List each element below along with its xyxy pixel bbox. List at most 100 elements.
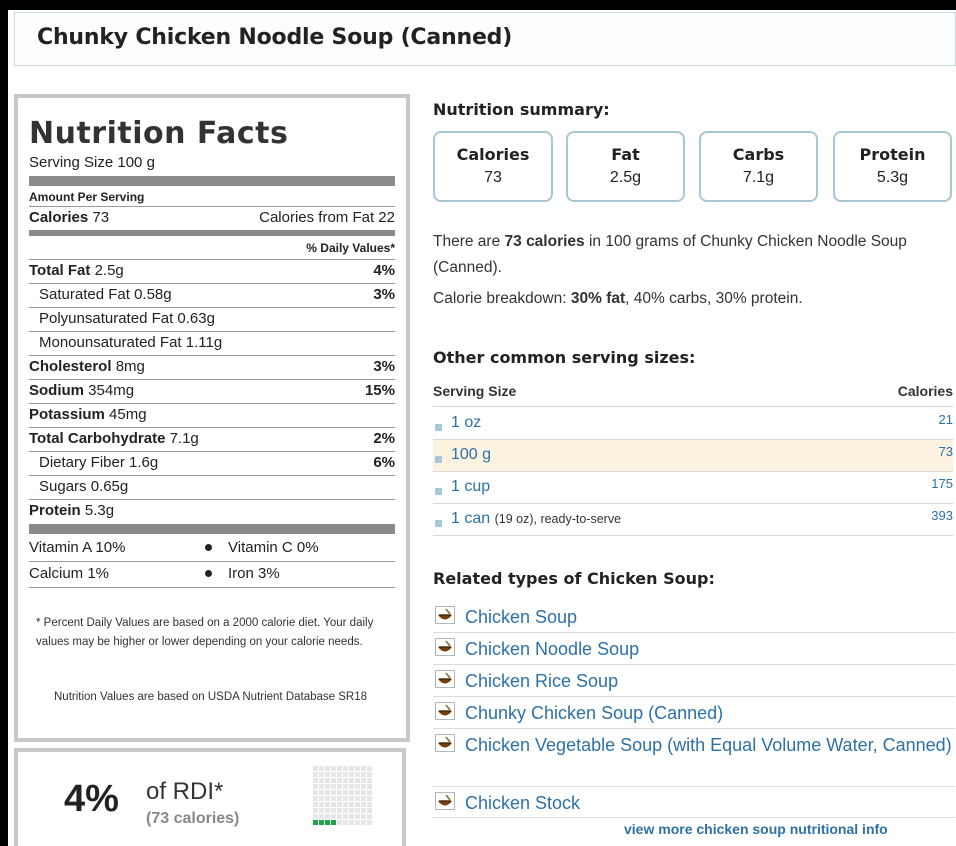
rdi-grid-cell [313, 766, 318, 771]
soup-bowl-icon [435, 734, 455, 752]
calories-from-fat: Calories from Fat 22 [259, 209, 395, 226]
col-calories: Calories [897, 383, 953, 399]
rdi-grid-cell [319, 808, 324, 813]
rdi-grid-cell [343, 814, 348, 819]
calcium: Calcium 1% [29, 565, 110, 582]
rdi-grid-cell [325, 802, 330, 807]
related-heading: Related types of Chicken Soup: [433, 569, 715, 588]
calorie-sentence: There are 73 calories in 100 grams of Ch… [433, 233, 907, 276]
rdi-grid-cell [337, 772, 342, 777]
rdi-grid-cell [349, 796, 354, 801]
monounsaturated-fat-row: Monounsaturated Fat 1.11g [39, 334, 223, 351]
rdi-grid-cell [319, 820, 324, 825]
view-more-link[interactable]: view more chicken soup nutritional info [624, 821, 888, 837]
rdi-grid-cell [349, 790, 354, 795]
rdi-grid-cell [349, 820, 354, 825]
rdi-grid-cell [325, 808, 330, 813]
rdi-grid-cell [319, 814, 324, 819]
calories-row: Calories 73 Calories from Fat 22 [29, 207, 395, 229]
related-item[interactable]: Chicken Noodle Soup [433, 633, 955, 665]
rdi-grid-cell [331, 766, 336, 771]
rdi-grid-cell [313, 778, 318, 783]
rdi-grid-cell [367, 820, 372, 825]
rdi-grid-cell [355, 778, 360, 783]
serving-row-selected[interactable]: 100 g 73 [433, 440, 953, 472]
card-value: 7.1g [742, 169, 775, 186]
rdi-grid-cell [325, 772, 330, 777]
rdi-grid-cell [331, 796, 336, 801]
iron: Iron 3% [228, 565, 280, 582]
rdi-grid-cell [355, 802, 360, 807]
rdi-grid-cell [325, 820, 330, 825]
rdi-grid-cell [361, 784, 366, 789]
soup-bowl-icon [435, 702, 455, 720]
rdi-grid-cell [313, 784, 318, 789]
rdi-grid-cell [361, 778, 366, 783]
rdi-grid-cell [319, 790, 324, 795]
rdi-grid-cell [319, 802, 324, 807]
rdi-grid-cell [361, 790, 366, 795]
rdi-grid-cell [349, 784, 354, 789]
bullet-icon [435, 488, 442, 495]
rdi-grid-cell [361, 772, 366, 777]
dietary-fiber-row: Dietary Fiber 1.6g 6% [39, 454, 395, 471]
nutrition-facts-label: Nutrition Facts Serving Size 100 g Amoun… [14, 94, 410, 742]
rdi-grid-cell [331, 802, 336, 807]
total-carbohydrate-row: Total Carbohydrate 7.1g 2% [29, 430, 395, 447]
window-frame-left [0, 0, 8, 846]
rdi-grid-cell [349, 772, 354, 777]
vitamin-c: Vitamin C 0% [228, 539, 319, 556]
title-bar: Chunky Chicken Noodle Soup (Canned) [14, 12, 956, 66]
rdi-grid-cell [355, 772, 360, 777]
rdi-grid-cell [367, 808, 372, 813]
divider-medium [29, 230, 395, 236]
rdi-grid-cell [313, 820, 318, 825]
col-serving-size: Serving Size [433, 383, 517, 399]
rdi-grid-cell [337, 796, 342, 801]
rdi-grid-cell [325, 796, 330, 801]
rdi-grid-cell [367, 796, 372, 801]
rdi-grid-cell [355, 796, 360, 801]
related-item[interactable]: Chicken Stock [433, 787, 955, 818]
rdi-grid-cell [325, 766, 330, 771]
rdi-grid-cell [349, 814, 354, 819]
related-item[interactable]: Chicken Soup [433, 601, 955, 633]
rdi-grid-cell [331, 772, 336, 777]
rdi-grid-cell [337, 802, 342, 807]
bullet-icon [205, 569, 212, 577]
rdi-grid-cell [367, 790, 372, 795]
divider-thick [29, 524, 395, 534]
rdi-grid-cell [313, 802, 318, 807]
rdi-grid-cell [349, 808, 354, 813]
daily-values-header: % Daily Values* [306, 241, 395, 255]
rdi-grid-cell [361, 808, 366, 813]
rdi-grid-cell [355, 814, 360, 819]
related-item[interactable]: Chicken Vegetable Soup (with Equal Volum… [433, 729, 955, 787]
related-item[interactable]: Chicken Rice Soup [433, 665, 955, 697]
cholesterol-row: Cholesterol 8mg 3% [29, 358, 395, 375]
soup-bowl-icon [435, 606, 455, 624]
card-value: 73 [484, 169, 502, 186]
serving-row[interactable]: 1 cup 175 [433, 472, 953, 504]
rdi-calories: (73 calories) [146, 810, 240, 827]
serving-row[interactable]: 1 can (19 oz), ready-to-serve 393 [433, 504, 953, 536]
serving-row[interactable]: 1 oz 21 [433, 408, 953, 440]
rdi-grid-cell [367, 814, 372, 819]
rdi-grid-cell [343, 802, 348, 807]
rdi-grid-cell [361, 814, 366, 819]
daily-values-footnote: * Percent Daily Values are based on a 20… [36, 617, 374, 648]
rdi-grid-cell [367, 766, 372, 771]
rdi-grid-cell [319, 796, 324, 801]
rdi-grid-cell [319, 766, 324, 771]
soup-bowl-icon [435, 638, 455, 656]
total-fat-row: Total Fat 2.5g 4% [29, 262, 395, 279]
card-label: Calories [456, 145, 530, 164]
rdi-grid-cell [343, 778, 348, 783]
rdi-grid-cell [337, 814, 342, 819]
related-item[interactable]: Chunky Chicken Soup (Canned) [433, 697, 955, 729]
rdi-grid-cell [343, 796, 348, 801]
card-label: Carbs [732, 145, 785, 164]
rdi-grid-cell [367, 778, 372, 783]
window-frame-top [0, 0, 956, 10]
summary-card-calories: Calories 73 [433, 131, 553, 202]
